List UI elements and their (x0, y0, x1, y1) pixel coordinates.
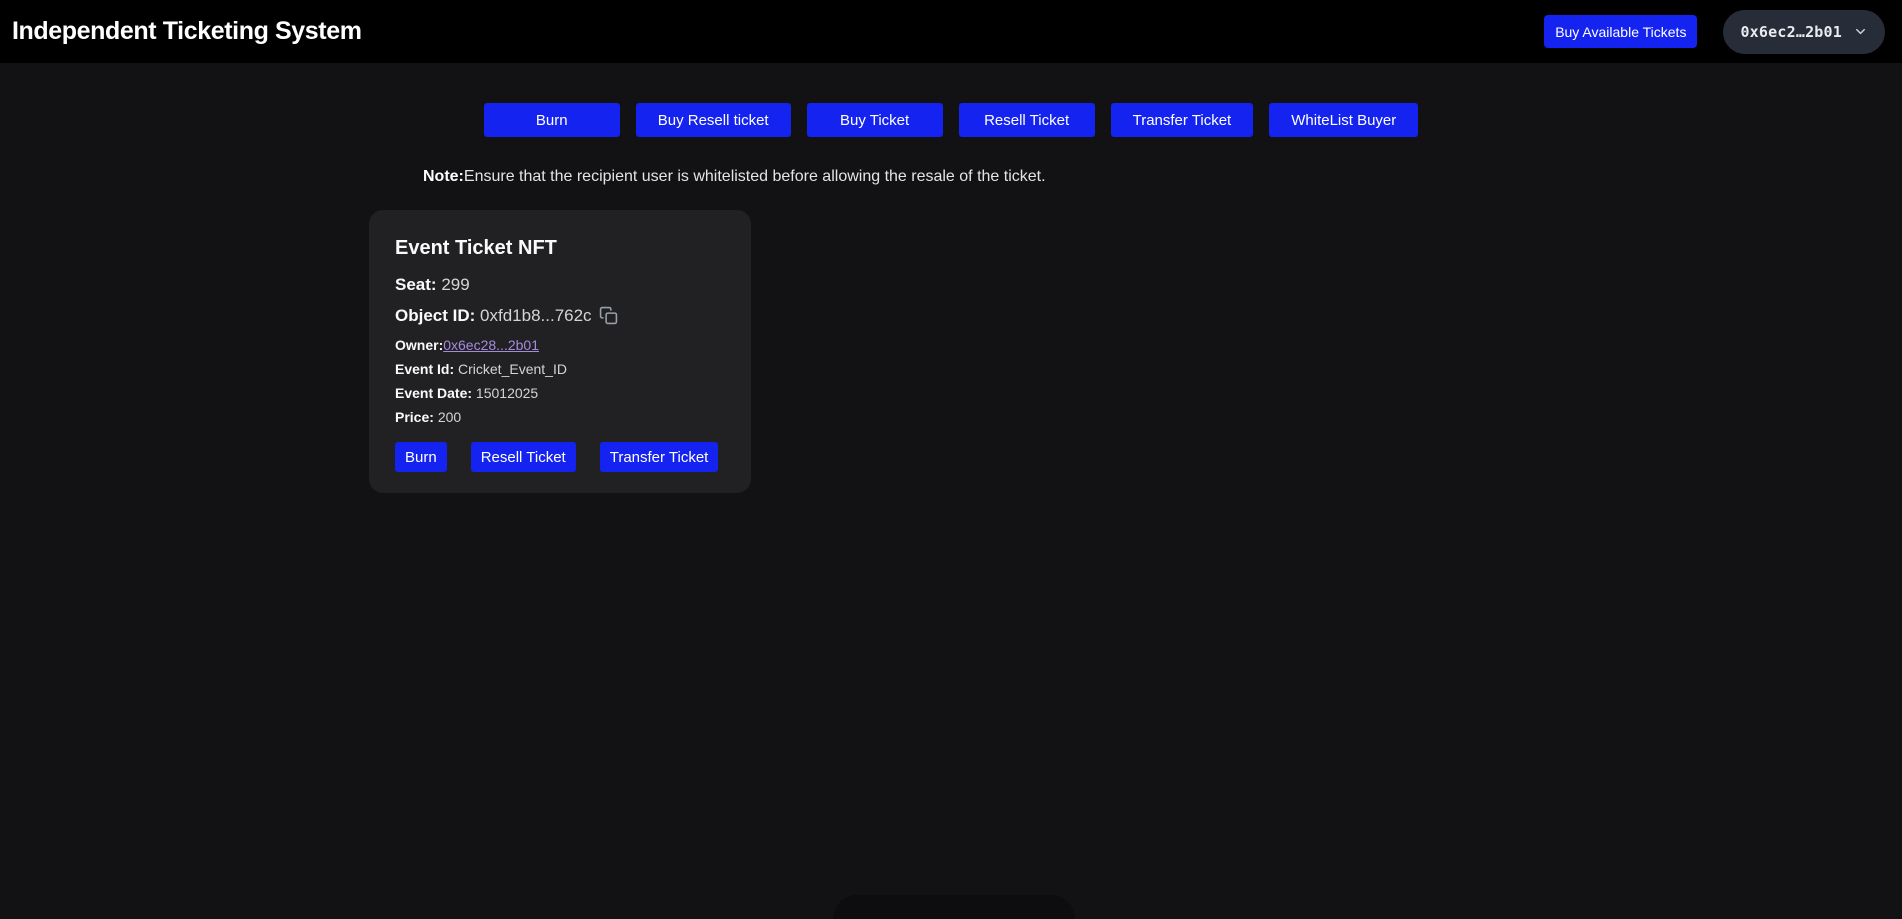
transfer-ticket-tab-button[interactable]: Transfer Ticket (1111, 103, 1254, 137)
whitelist-note: Note:Ensure that the recipient user is w… (423, 168, 1902, 186)
owner-field: Owner:0x6ec28...2b01 (395, 337, 726, 353)
card-transfer-ticket-button[interactable]: Transfer Ticket (600, 442, 719, 472)
wallet-address: 0x6ec2…2b01 (1740, 23, 1842, 41)
object-id-value: 0xfd1b8...762c (480, 306, 592, 325)
note-text: Ensure that the recipient user is whitel… (464, 168, 1046, 185)
event-id-field: Event Id: Cricket_Event_ID (395, 361, 726, 377)
whitelist-buyer-tab-button[interactable]: WhiteList Buyer (1269, 103, 1418, 137)
event-date-label: Event Date: (395, 385, 472, 401)
card-resell-ticket-button[interactable]: Resell Ticket (471, 442, 576, 472)
owner-label: Owner: (395, 337, 443, 353)
event-id-value: Cricket_Event_ID (458, 361, 567, 377)
note-label: Note: (423, 168, 464, 185)
copy-object-id-button[interactable] (599, 306, 618, 325)
price-value: 200 (438, 409, 461, 425)
page-title: Independent Ticketing System (12, 17, 362, 46)
price-field: Price: 200 (395, 409, 726, 425)
buy-available-tickets-button[interactable]: Buy Available Tickets (1544, 15, 1697, 48)
bottom-overlay-peek (833, 895, 1075, 919)
buy-ticket-tab-button[interactable]: Buy Ticket (807, 103, 943, 137)
seat-label: Seat: (395, 275, 437, 294)
event-date-value: 15012025 (476, 385, 538, 401)
card-burn-button[interactable]: Burn (395, 442, 447, 472)
buy-resell-ticket-tab-button[interactable]: Buy Resell ticket (636, 103, 791, 137)
action-button-row: Burn Buy Resell ticket Buy Ticket Resell… (0, 103, 1902, 137)
object-id-label: Object ID: (395, 306, 475, 325)
object-id-field: Object ID: 0xfd1b8...762c (395, 306, 726, 326)
price-label: Price: (395, 409, 434, 425)
seat-field: Seat: 299 (395, 275, 726, 295)
burn-tab-button[interactable]: Burn (484, 103, 620, 137)
wallet-account-menu[interactable]: 0x6ec2…2b01 (1723, 10, 1885, 54)
header-actions: Buy Available Tickets 0x6ec2…2b01 (1544, 10, 1885, 54)
event-id-label: Event Id: (395, 361, 454, 377)
ticket-card: Event Ticket NFT Seat: 299 Object ID: 0x… (369, 210, 751, 493)
resell-ticket-tab-button[interactable]: Resell Ticket (959, 103, 1095, 137)
owner-address-link[interactable]: 0x6ec28...2b01 (443, 337, 539, 353)
app-header: Independent Ticketing System Buy Availab… (0, 0, 1902, 63)
ticket-card-actions: Burn Resell Ticket Transfer Ticket (395, 442, 726, 472)
event-date-field: Event Date: 15012025 (395, 385, 726, 401)
seat-value: 299 (441, 275, 469, 294)
ticket-card-title: Event Ticket NFT (395, 237, 726, 260)
copy-icon (599, 313, 618, 328)
chevron-down-icon (1853, 24, 1868, 39)
